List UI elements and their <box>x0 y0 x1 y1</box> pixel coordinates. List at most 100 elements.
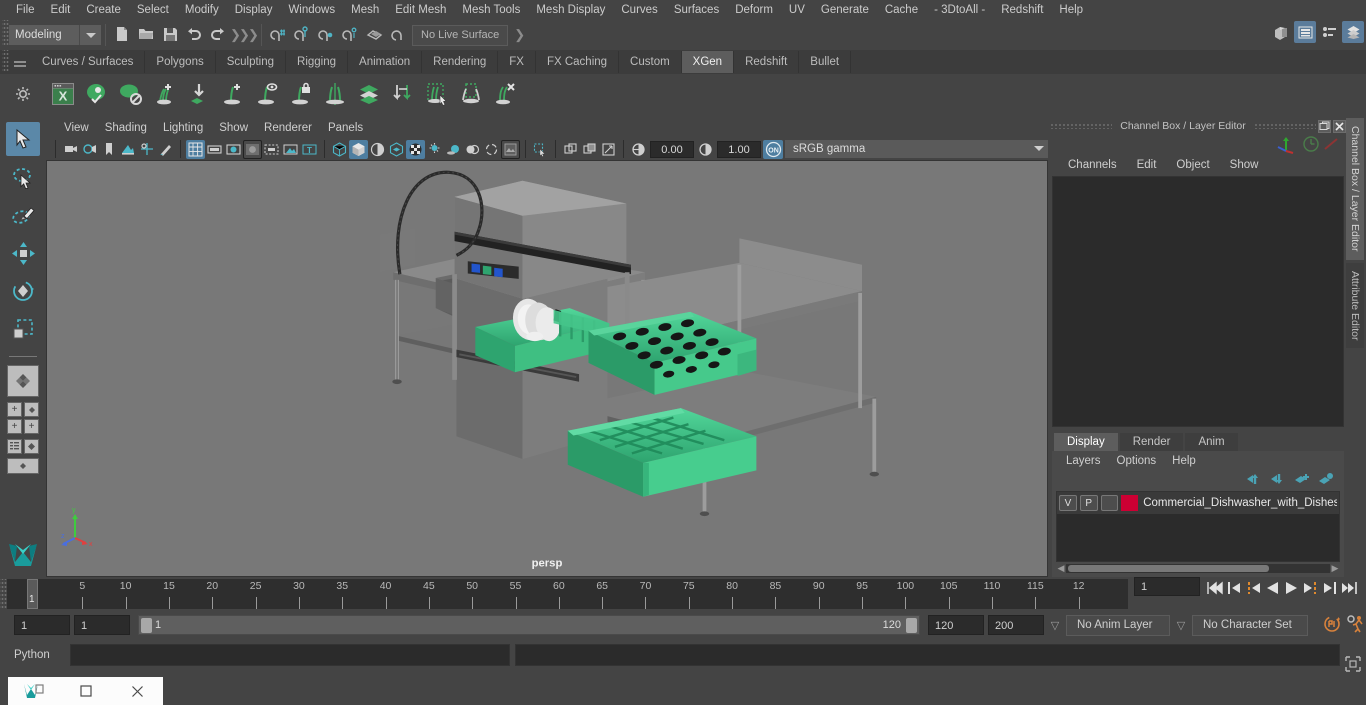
go-to-end-button[interactable] <box>1339 577 1358 599</box>
panel-float-button[interactable] <box>1318 119 1331 133</box>
menu-file[interactable]: File <box>8 0 43 20</box>
menu-display[interactable]: Display <box>227 0 281 20</box>
quick-layout-persp-graph[interactable] <box>7 458 39 474</box>
channel-box-menu-channels[interactable]: Channels <box>1058 154 1127 176</box>
go-to-start-button[interactable] <box>1206 577 1225 599</box>
shelf-grip[interactable] <box>2 50 9 72</box>
menu-edit-mesh[interactable]: Edit Mesh <box>387 0 454 20</box>
text-toggle-icon[interactable]: T <box>300 140 319 159</box>
status-line-grip[interactable] <box>2 20 9 46</box>
anti-alias-icon[interactable] <box>463 140 482 159</box>
scrollbar-thumb[interactable] <box>1068 564 1269 572</box>
shelf-tab-animation[interactable]: Animation <box>348 51 423 73</box>
menu-surfaces[interactable]: Surfaces <box>666 0 727 20</box>
texture-toggle-icon[interactable] <box>387 140 406 159</box>
snap-to-curve-icon[interactable] <box>290 23 314 47</box>
layer-menu-options[interactable]: Options <box>1109 451 1165 471</box>
menu-generate[interactable]: Generate <box>813 0 877 20</box>
command-input-field[interactable] <box>70 644 510 666</box>
undo-button[interactable] <box>182 23 206 47</box>
menu-cache[interactable]: Cache <box>877 0 926 20</box>
resolution-gate-icon[interactable] <box>224 140 243 159</box>
viewport-menu-view[interactable]: View <box>56 118 97 138</box>
layer-tab-render[interactable]: Render <box>1119 433 1184 451</box>
menu-create[interactable]: Create <box>78 0 129 20</box>
shelf-tab-curves-surfaces[interactable]: Curves / Surfaces <box>31 51 146 73</box>
rotate-tool[interactable] <box>6 274 40 308</box>
motion-blur-icon[interactable] <box>482 140 501 159</box>
viewport-menu-lighting[interactable]: Lighting <box>155 118 211 138</box>
film-gate-icon[interactable] <box>205 140 224 159</box>
viewport-screenshot-icon[interactable] <box>501 139 520 159</box>
quick-layout-outliner-left[interactable] <box>7 439 22 454</box>
shadows-icon[interactable] <box>425 140 444 159</box>
grease-pencil-icon[interactable] <box>156 140 175 159</box>
viewport-menu-show[interactable]: Show <box>211 118 256 138</box>
step-back-button[interactable] <box>1225 577 1244 599</box>
channel-box-list[interactable] <box>1052 176 1344 427</box>
snap-to-projected-center-icon[interactable] <box>338 23 362 47</box>
camera-attributes-icon[interactable] <box>80 140 99 159</box>
layer-menu-layers[interactable]: Layers <box>1058 451 1109 471</box>
xgen-select-region-icon[interactable] <box>420 76 454 112</box>
quick-layout-cell-4[interactable]: + <box>24 419 39 434</box>
quick-layout-cell-1[interactable]: + <box>7 402 22 417</box>
scroll-left-icon[interactable]: ◀ <box>1056 563 1066 574</box>
snap-to-view-plane-icon[interactable] <box>362 23 386 47</box>
layer-tab-anim[interactable]: Anim <box>1185 433 1238 451</box>
shelf-tab-rendering[interactable]: Rendering <box>422 51 499 73</box>
script-editor-icon[interactable] <box>1344 655 1362 673</box>
xgen-region-box-icon[interactable] <box>454 76 488 112</box>
create-empty-layer-icon[interactable] <box>1294 472 1310 489</box>
quick-layout-outliner[interactable] <box>6 438 40 455</box>
new-scene-button[interactable] <box>110 23 134 47</box>
quick-layout-single[interactable] <box>7 365 39 397</box>
wireframe-shading-icon[interactable] <box>330 140 349 159</box>
xgen-layers-icon[interactable] <box>352 76 386 112</box>
playback-end-field[interactable]: 120 <box>928 615 984 635</box>
menu-mesh[interactable]: Mesh <box>343 0 387 20</box>
channel-box-menu-show[interactable]: Show <box>1220 154 1269 176</box>
layer-menu-help[interactable]: Help <box>1164 451 1204 471</box>
move-layer-up-icon[interactable] <box>1246 472 1262 489</box>
isolate-select-icon[interactable] <box>531 140 550 159</box>
previous-key-button[interactable] <box>1244 577 1263 599</box>
modeling-toolkit-icon[interactable] <box>1270 21 1292 43</box>
status-expand-4[interactable]: ❯ <box>514 27 525 43</box>
scrollbar-track[interactable] <box>1066 563 1330 573</box>
panel-close-button[interactable] <box>1333 119 1346 133</box>
menu-modify[interactable]: Modify <box>177 0 227 20</box>
viewport-menu-renderer[interactable]: Renderer <box>256 118 320 138</box>
scale-tool[interactable] <box>6 312 40 346</box>
menu-select[interactable]: Select <box>129 0 177 20</box>
layer-tab-display[interactable]: Display <box>1054 433 1118 451</box>
xray-icon[interactable] <box>281 140 300 159</box>
status-expand-3[interactable]: ❯ <box>248 27 259 43</box>
viewport-menu-panels[interactable]: Panels <box>320 118 371 138</box>
quick-layout-cell-2[interactable] <box>24 402 39 417</box>
redo-button[interactable] <box>206 23 230 47</box>
xgen-add-guide-icon[interactable] <box>216 76 250 112</box>
maya-app-icon[interactable] <box>8 682 60 700</box>
menu-set-dropdown-arrow[interactable] <box>79 25 101 45</box>
xgen-add-groom-icon[interactable] <box>148 76 182 112</box>
xgen-flow-icon[interactable] <box>386 76 420 112</box>
clock-icon[interactable] <box>1302 135 1320 156</box>
menu-windows[interactable]: Windows <box>280 0 343 20</box>
next-key-button[interactable] <box>1301 577 1320 599</box>
layer-color-swatch[interactable] <box>1121 495 1139 511</box>
shelf-tab-redshift[interactable]: Redshift <box>734 51 800 73</box>
xgen-convert-icon[interactable] <box>182 76 216 112</box>
shelf-tab-xgen[interactable]: XGen <box>681 51 735 73</box>
select-tool[interactable] <box>6 122 40 156</box>
shelf-tab-sculpting[interactable]: Sculpting <box>215 51 287 73</box>
exposure-icon[interactable] <box>629 140 648 159</box>
animation-start-field[interactable]: 1 <box>14 615 70 635</box>
channel-box-toggle-icon[interactable] <box>1342 21 1364 43</box>
red-slash-icon[interactable] <box>1322 136 1340 155</box>
xgen-preview-icon[interactable] <box>80 76 114 112</box>
color-management-toggle-icon[interactable]: ON <box>763 139 783 159</box>
play-backwards-button[interactable] <box>1263 577 1282 599</box>
menu-help[interactable]: Help <box>1051 0 1091 20</box>
shelf-tab-custom[interactable]: Custom <box>619 51 682 73</box>
